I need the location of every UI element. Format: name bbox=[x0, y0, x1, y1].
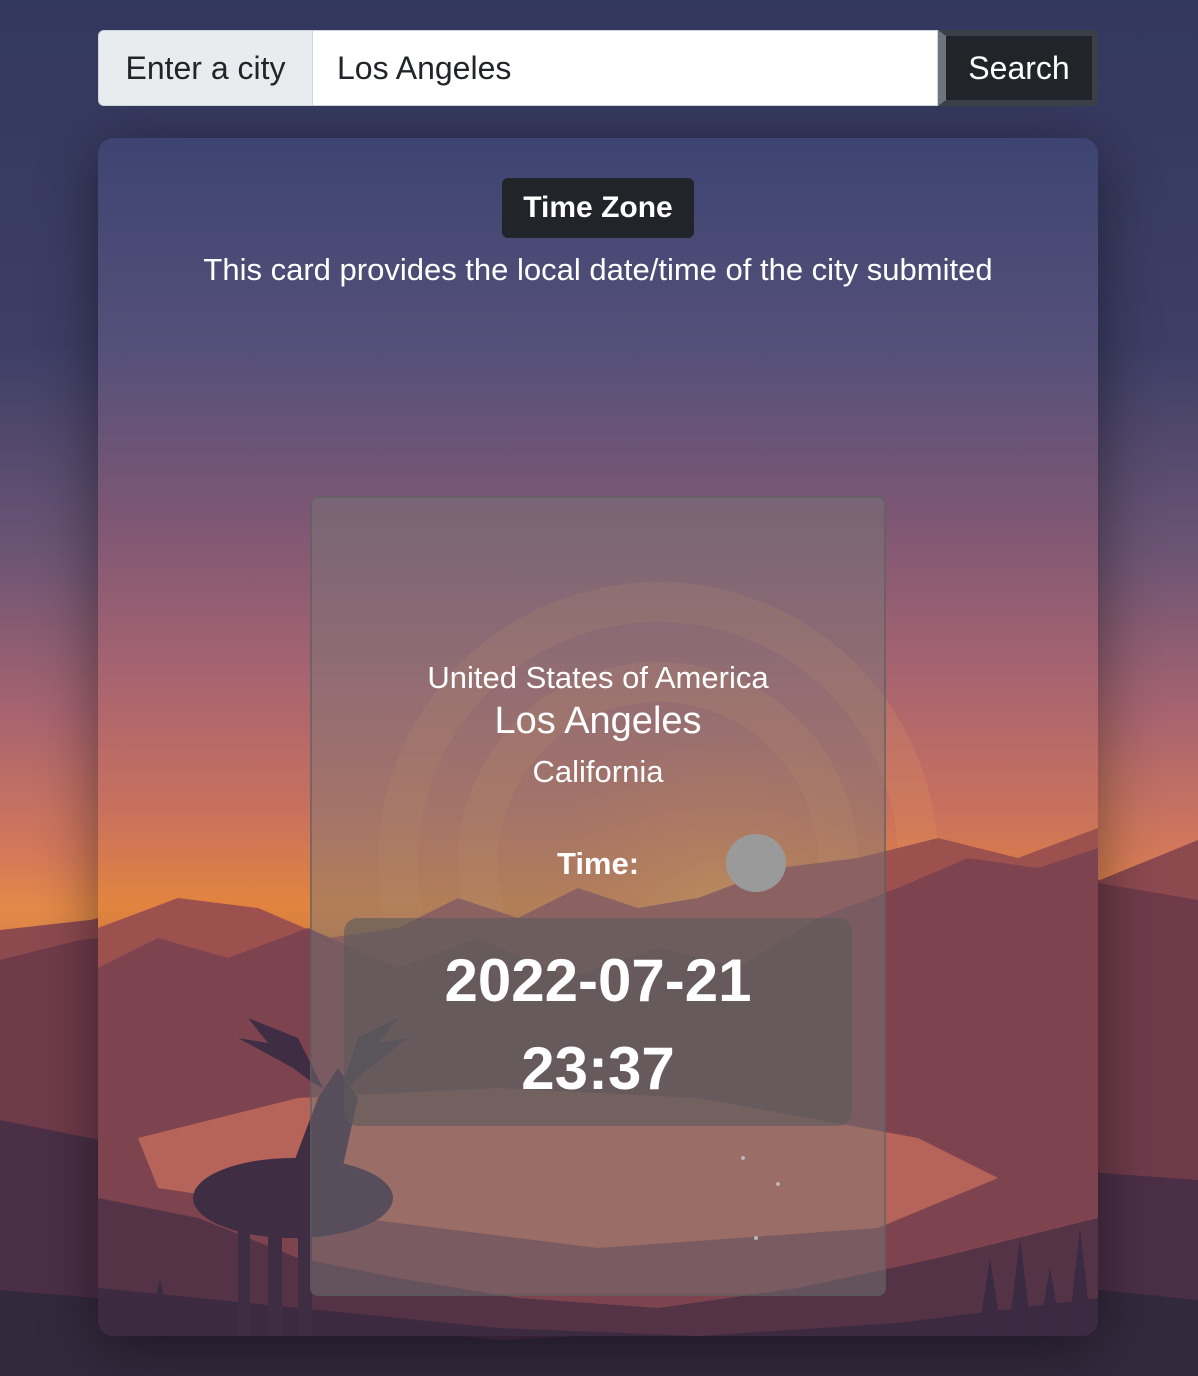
clock-value: 23:37 bbox=[521, 1035, 675, 1102]
search-input[interactable] bbox=[312, 30, 938, 106]
time-zone-badge: Time Zone bbox=[502, 178, 694, 238]
date-value: 2022-07-21 bbox=[444, 947, 752, 1014]
time-display: 2022-07-21 23:37 bbox=[344, 918, 852, 1126]
region-name: California bbox=[532, 754, 664, 789]
star-icon bbox=[776, 1182, 780, 1186]
card-description: This card provides the local date/time o… bbox=[203, 252, 993, 287]
country-name: United States of America bbox=[427, 660, 769, 695]
search-bar: Enter a city Search bbox=[98, 30, 1098, 106]
moon-icon bbox=[726, 834, 786, 892]
location-time-card: United States of America Los Angeles Cal… bbox=[310, 496, 886, 1296]
time-zone-card: Time Zone This card provides the local d… bbox=[98, 138, 1098, 1336]
search-button[interactable]: Search bbox=[938, 30, 1098, 106]
star-icon bbox=[754, 1236, 758, 1240]
search-prefix-label: Enter a city bbox=[98, 30, 312, 106]
city-name: Los Angeles bbox=[494, 700, 702, 742]
time-label: Time: bbox=[556, 846, 640, 881]
star-icon bbox=[741, 1156, 745, 1160]
